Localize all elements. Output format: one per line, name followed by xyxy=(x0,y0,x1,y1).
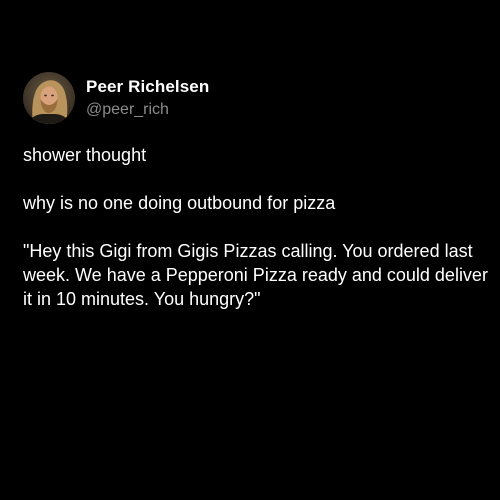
tweet-paragraph: shower thought xyxy=(23,145,147,165)
tweet-card: Peer Richelsen @peer_rich shower thought… xyxy=(0,0,500,500)
tweet-header: Peer Richelsen @peer_rich xyxy=(23,72,209,124)
tweet-paragraph: why is no one doing outbound for pizza xyxy=(23,193,336,213)
profile-avatar-icon[interactable] xyxy=(23,72,75,124)
author-display-name[interactable]: Peer Richelsen xyxy=(86,76,209,98)
author-identity: Peer Richelsen @peer_rich xyxy=(86,76,209,121)
tweet-body: shower thought why is no one doing outbo… xyxy=(23,143,493,311)
tweet-paragraph: "Hey this Gigi from Gigis Pizzas calling… xyxy=(23,241,493,309)
author-handle[interactable]: @peer_rich xyxy=(86,99,209,121)
